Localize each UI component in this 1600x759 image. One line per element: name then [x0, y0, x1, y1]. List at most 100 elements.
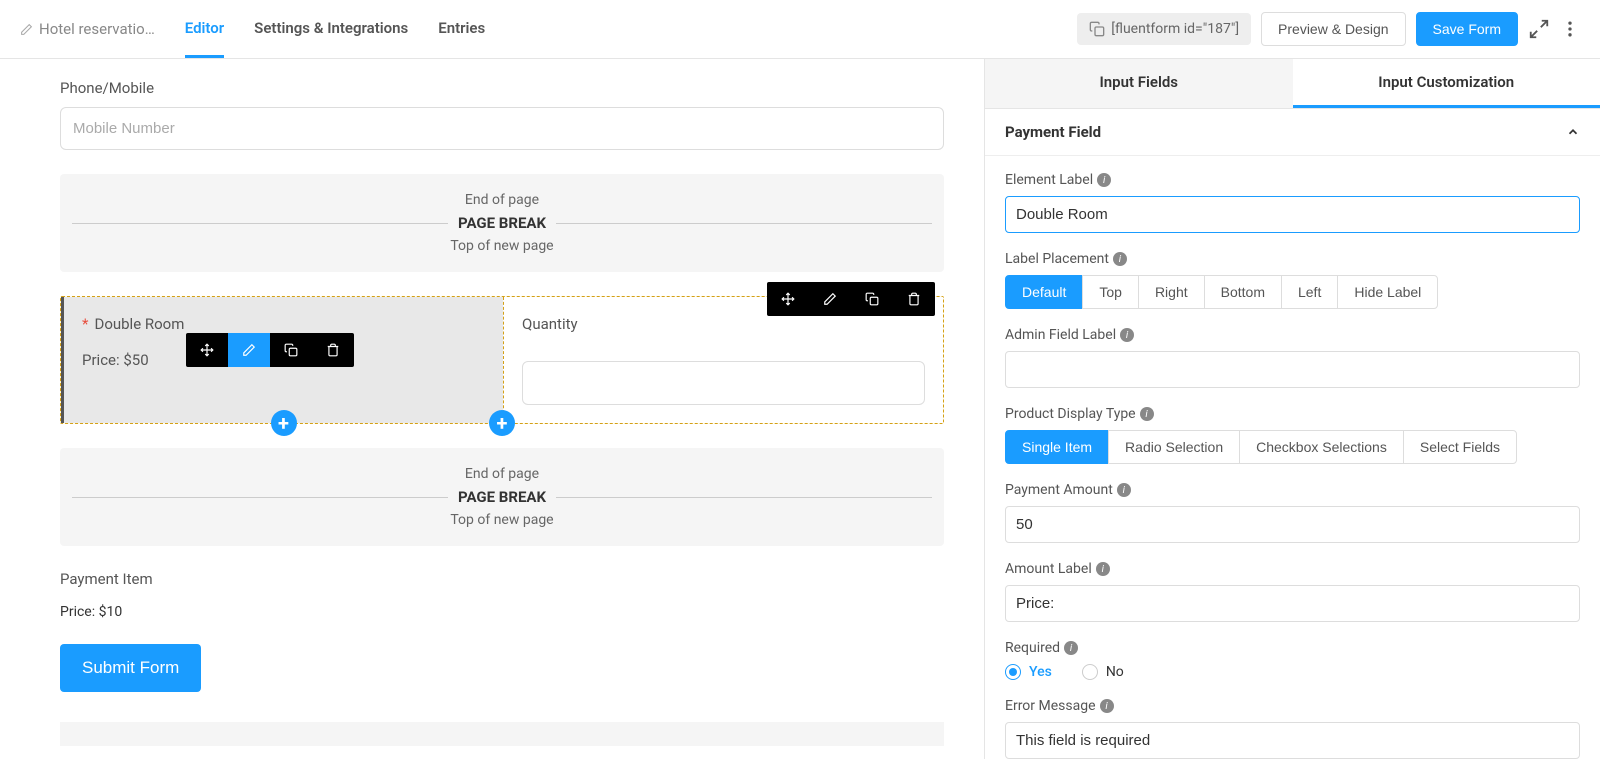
page-break-1[interactable]: End of page PAGE BREAK Top of new page — [60, 174, 944, 272]
display-radio[interactable]: Radio Selection — [1108, 430, 1240, 464]
display-type-label: Product Display Typei — [1005, 406, 1580, 422]
delete-icon[interactable] — [312, 333, 354, 367]
field-toolbar — [186, 333, 354, 367]
form-canvas: Phone/Mobile End of page PAGE BREAK Top … — [0, 59, 984, 759]
required-yes-label: Yes — [1029, 664, 1052, 680]
quantity-input[interactable] — [522, 361, 925, 405]
element-label-input[interactable] — [1005, 196, 1580, 233]
pb-top-text: End of page — [72, 466, 932, 482]
placement-bottom[interactable]: Bottom — [1204, 275, 1282, 309]
form-title[interactable]: Hotel reservatio… — [20, 20, 155, 38]
bottom-spacer — [60, 722, 944, 746]
payment-amount-input[interactable] — [1005, 506, 1580, 543]
label-placement-label: Label Placementi — [1005, 251, 1580, 267]
display-type-group: Product Display Typei Single Item Radio … — [1005, 406, 1580, 464]
display-single[interactable]: Single Item — [1005, 430, 1109, 464]
placement-left[interactable]: Left — [1281, 275, 1338, 309]
pb-mid-text: PAGE BREAK — [72, 488, 932, 506]
display-type-options: Single Item Radio Selection Checkbox Sel… — [1005, 430, 1580, 464]
tab-input-fields[interactable]: Input Fields — [985, 59, 1293, 108]
phone-input[interactable] — [60, 107, 944, 150]
required-options: Yes No — [1005, 664, 1580, 680]
submit-button[interactable]: Submit Form — [60, 644, 201, 692]
amount-label-input[interactable] — [1005, 585, 1580, 622]
label-placement-group: Label Placementi Default Top Right Botto… — [1005, 251, 1580, 309]
required-no[interactable]: No — [1082, 664, 1124, 680]
field-label-text: Double Room — [94, 315, 184, 333]
placement-right[interactable]: Right — [1138, 275, 1205, 309]
quantity-label: Quantity — [522, 315, 925, 333]
admin-label-input[interactable] — [1005, 351, 1580, 388]
pencil-icon — [20, 23, 33, 36]
tab-editor[interactable]: Editor — [185, 1, 224, 58]
sidebar: Input Fields Input Customization Payment… — [984, 59, 1600, 759]
tab-entries[interactable]: Entries — [438, 1, 485, 58]
panel-header[interactable]: Payment Field — [985, 109, 1600, 156]
duplicate-icon[interactable] — [270, 333, 312, 367]
page-break-2[interactable]: End of page PAGE BREAK Top of new page — [60, 448, 944, 546]
duplicate-icon[interactable] — [851, 282, 893, 316]
tab-input-customization[interactable]: Input Customization — [1293, 59, 1600, 108]
top-bar-right: [fluentform id="187"] Preview & Design S… — [1077, 12, 1580, 46]
payment-item-label: Payment Item — [60, 570, 944, 588]
placement-default[interactable]: Default — [1005, 275, 1083, 309]
label-placement-options: Default Top Right Bottom Left Hide Label — [1005, 275, 1580, 309]
copy-icon — [1089, 21, 1105, 37]
shortcode-display[interactable]: [fluentform id="187"] — [1077, 13, 1251, 45]
edit-icon[interactable] — [228, 333, 270, 367]
preview-button[interactable]: Preview & Design — [1261, 12, 1406, 46]
delete-icon[interactable] — [893, 282, 935, 316]
info-icon[interactable]: i — [1097, 173, 1111, 187]
add-field-button[interactable]: + — [271, 410, 297, 436]
payment-amount-label: Payment Amounti — [1005, 482, 1580, 498]
main-tabs: Editor Settings & Integrations Entries — [185, 1, 485, 58]
radio-icon — [1082, 664, 1098, 680]
pb-mid-text: PAGE BREAK — [72, 214, 932, 232]
info-icon[interactable]: i — [1100, 699, 1114, 713]
row-toolbar — [767, 282, 935, 316]
required-group: Requiredi Yes No — [1005, 640, 1580, 680]
payment-item-field[interactable]: Payment Item Price: $10 — [60, 570, 944, 620]
amount-label-group: Amount Labeli — [1005, 561, 1580, 622]
payment-amount-group: Payment Amounti — [1005, 482, 1580, 543]
move-icon[interactable] — [767, 282, 809, 316]
display-checkbox[interactable]: Checkbox Selections — [1239, 430, 1404, 464]
chevron-up-icon — [1566, 125, 1580, 139]
shortcode-text: [fluentform id="187"] — [1111, 21, 1239, 37]
required-yes[interactable]: Yes — [1005, 664, 1052, 680]
error-msg-input[interactable] — [1005, 722, 1580, 759]
payment-item-price: Price: $10 — [60, 604, 944, 620]
amount-label-label: Amount Labeli — [1005, 561, 1580, 577]
pb-top-text: End of page — [72, 192, 932, 208]
main-area: Phone/Mobile End of page PAGE BREAK Top … — [0, 59, 1600, 759]
info-icon[interactable]: i — [1064, 641, 1078, 655]
placement-hide[interactable]: Hide Label — [1337, 275, 1438, 309]
expand-icon[interactable] — [1528, 18, 1550, 40]
required-no-label: No — [1106, 664, 1124, 680]
more-icon[interactable] — [1560, 19, 1580, 39]
field-label-row: *Double Room — [82, 315, 485, 333]
required-label: Requiredi — [1005, 640, 1580, 656]
info-icon[interactable]: i — [1120, 328, 1134, 342]
save-button[interactable]: Save Form — [1416, 12, 1518, 46]
sidebar-tabs: Input Fields Input Customization — [985, 59, 1600, 109]
panel-title: Payment Field — [1005, 123, 1101, 141]
phone-label: Phone/Mobile — [60, 79, 944, 97]
display-select[interactable]: Select Fields — [1403, 430, 1517, 464]
element-label-group: Element Labeli — [1005, 172, 1580, 233]
add-row-button[interactable]: + — [489, 410, 515, 436]
info-icon[interactable]: i — [1096, 562, 1110, 576]
move-icon[interactable] — [186, 333, 228, 367]
info-icon[interactable]: i — [1113, 252, 1127, 266]
radio-icon — [1005, 664, 1021, 680]
tab-settings[interactable]: Settings & Integrations — [254, 1, 408, 58]
selected-field-cell[interactable]: *Double Room Price: $50 + — [61, 297, 503, 423]
selected-container-row[interactable]: *Double Room Price: $50 + Quantity + — [60, 296, 944, 424]
info-icon[interactable]: i — [1140, 407, 1154, 421]
edit-icon[interactable] — [809, 282, 851, 316]
panel-body: Element Labeli Label Placementi Default … — [985, 156, 1600, 759]
admin-label-label: Admin Field Labeli — [1005, 327, 1580, 343]
info-icon[interactable]: i — [1117, 483, 1131, 497]
placement-top[interactable]: Top — [1082, 275, 1139, 309]
top-bar: Hotel reservatio… Editor Settings & Inte… — [0, 0, 1600, 59]
